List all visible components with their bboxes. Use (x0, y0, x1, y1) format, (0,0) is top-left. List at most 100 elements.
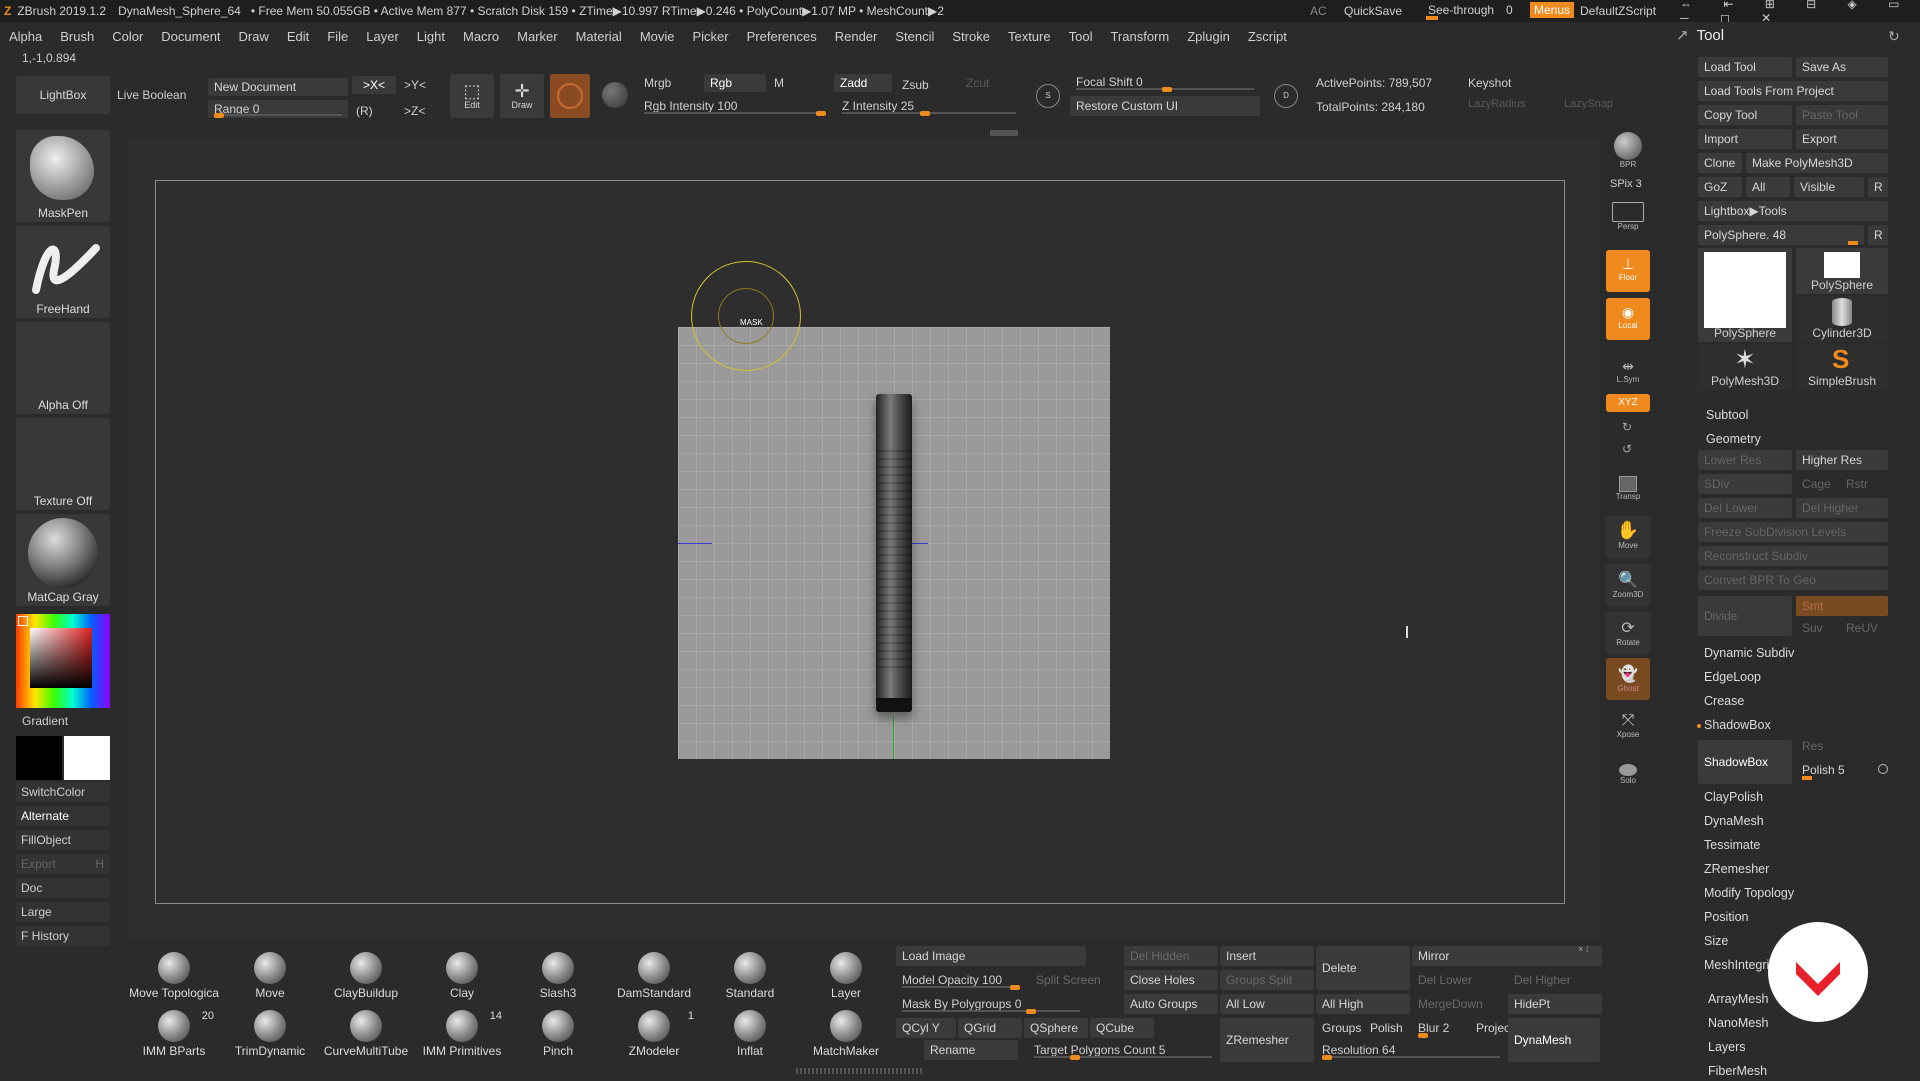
suv-button[interactable]: Suv (1796, 618, 1840, 638)
keyshot-button[interactable]: Keyshot (1468, 76, 1511, 90)
qgrid-button[interactable]: QGrid (958, 1018, 1022, 1038)
lazy-snap-slider[interactable]: LazySnap (1564, 98, 1613, 110)
solo-button[interactable]: Solo (1606, 754, 1650, 796)
mrgb-button[interactable]: Mrgb (644, 76, 671, 90)
rotate-z-icon[interactable]: ↺ (1622, 442, 1632, 456)
menu-material[interactable]: Material (567, 29, 631, 44)
insert-button[interactable]: Insert (1220, 946, 1314, 966)
tool-thumb-polysphere-small[interactable]: PolySphere (1796, 248, 1888, 294)
reconstruct-subdiv-button[interactable]: Reconstruct Subdiv (1698, 546, 1888, 566)
menus-button[interactable]: Menus (1530, 2, 1575, 18)
m-button[interactable]: M (774, 76, 784, 90)
color-picker-square[interactable] (30, 628, 92, 688)
shadowbox-res-slider[interactable]: Res (1796, 736, 1888, 756)
alternate-button[interactable]: Alternate (16, 806, 110, 826)
lsym-button[interactable]: ⇹ L.Sym (1606, 352, 1650, 394)
texture-thumb[interactable]: Texture Off (16, 418, 110, 510)
range-slider[interactable]: Range 0 (208, 100, 348, 118)
brush-slash3[interactable]: Slash3 (512, 946, 604, 1002)
draw-mode-button[interactable]: ✛ Draw (500, 74, 544, 118)
lazy-radius-slider[interactable]: LazyRadius (1468, 98, 1525, 110)
resolution-slider[interactable]: Resolution 64 (1316, 1040, 1506, 1060)
all-low-button[interactable]: All Low (1220, 994, 1314, 1014)
current-tool-slider[interactable]: PolySphere. 48 (1698, 225, 1864, 245)
qcyl-y-button[interactable]: QCyl Y (896, 1018, 956, 1038)
goz-all-button[interactable]: All (1746, 177, 1790, 197)
dynamesh-button[interactable]: DynaMesh (1508, 1018, 1600, 1062)
rgb-button[interactable]: Rgb (704, 74, 766, 92)
export-tool-button[interactable]: Export (1796, 129, 1888, 149)
see-through-slider[interactable]: See-through 0 (1424, 2, 1520, 20)
local-button[interactable]: ◉ Local (1606, 298, 1650, 340)
load-tool-button[interactable]: Load Tool (1698, 57, 1792, 77)
menu-marker[interactable]: Marker (508, 29, 566, 44)
tool-thumb-polysphere-large[interactable]: PolySphere (1698, 248, 1792, 342)
convert-bpr-button[interactable]: Convert BPR To Geo (1698, 570, 1888, 590)
tool-thumb-simplebrush[interactable]: S SimpleBrush (1796, 344, 1888, 390)
nanomesh-section[interactable]: NanoMesh (1708, 1013, 1768, 1033)
load-image-button[interactable]: Load Image (896, 946, 1086, 966)
tool-pin-icon[interactable]: ↗ (1676, 27, 1689, 44)
switch-color-button[interactable]: SwitchColor (16, 782, 110, 802)
lightbox-tools-button[interactable]: Lightbox▶Tools (1698, 201, 1888, 221)
menu-zplugin[interactable]: Zplugin (1178, 29, 1239, 44)
all-high-button[interactable]: All High (1316, 994, 1410, 1014)
brush-imm-bparts[interactable]: IMM BParts 20 (128, 1004, 220, 1060)
live-boolean-button[interactable]: Live Boolean (117, 88, 186, 102)
main-color-swatch[interactable] (16, 736, 62, 780)
goz-r-button[interactable]: R (1868, 177, 1888, 197)
auto-groups-button[interactable]: Auto Groups (1124, 994, 1218, 1014)
zremesher-section[interactable]: ZRemesher (1704, 859, 1769, 879)
del-lower-button[interactable]: Del Lower (1412, 970, 1506, 990)
freeze-subdiv-button[interactable]: Freeze SubDivision Levels (1698, 522, 1888, 542)
shadowbox-polish-slider[interactable]: Polish 5 (1796, 760, 1878, 780)
quicksave-button[interactable]: QuickSave (1344, 4, 1402, 18)
brush-damstandard[interactable]: DamStandard (608, 946, 700, 1002)
zcut-button[interactable]: Zcut (966, 76, 989, 90)
gyro-icon[interactable] (602, 82, 628, 108)
delete-button[interactable]: Delete (1316, 946, 1410, 990)
brush-standard[interactable]: Standard (704, 946, 796, 1002)
canvas-area[interactable]: MASK (128, 138, 1600, 938)
tool-panel-title[interactable]: ↗ Tool (1676, 26, 1724, 44)
crease-section[interactable]: Crease (1704, 691, 1744, 711)
floor-button[interactable]: ⊥ Floor (1606, 250, 1650, 292)
brush-pinch[interactable]: Pinch (512, 1004, 604, 1060)
brush-trimdynamic[interactable]: TrimDynamic (224, 1004, 316, 1060)
lower-res-button[interactable]: Lower Res (1698, 450, 1792, 470)
model-mesh[interactable] (876, 394, 912, 712)
menu-edit[interactable]: Edit (278, 29, 318, 44)
zoom3d-button[interactable]: 🔍 Zoom3D (1606, 564, 1650, 606)
shadowbox-button[interactable]: ShadowBox (1698, 740, 1792, 784)
brush-matchmaker[interactable]: MatchMaker (800, 1004, 892, 1060)
copy-tool-button[interactable]: Copy Tool (1698, 105, 1792, 125)
tool-thumb-polymesh3d[interactable]: ✶ PolyMesh3D (1698, 344, 1792, 390)
position-section[interactable]: Position (1704, 907, 1748, 927)
default-zscript-button[interactable]: DefaultZScript (1580, 4, 1656, 18)
merge-down-button[interactable]: MergeDown (1412, 994, 1506, 1014)
geometry-section[interactable]: Geometry (1706, 429, 1761, 449)
material-thumb[interactable]: MatCap Gray (16, 514, 110, 606)
f-history-button[interactable]: F History (16, 926, 110, 946)
brush-move-topologica[interactable]: Move Topologica (128, 946, 220, 1002)
ghost-button[interactable]: 👻 Ghost (1606, 658, 1650, 700)
bottom-tray-handle[interactable] (796, 1068, 924, 1074)
edit-mode-button[interactable]: ⬚ Edit (450, 74, 494, 118)
menu-stroke[interactable]: Stroke (943, 29, 999, 44)
blur-slider[interactable]: Blur 2 (1412, 1018, 1468, 1038)
zadd-button[interactable]: Zadd (834, 74, 892, 92)
persp-button[interactable]: Persp (1606, 196, 1650, 238)
large-button[interactable]: Large (16, 902, 110, 922)
save-as-button[interactable]: Save As (1796, 57, 1888, 77)
gradient-label[interactable]: Gradient (22, 714, 68, 728)
clone-button[interactable]: Clone (1698, 153, 1742, 173)
brush-move[interactable]: Move (224, 946, 316, 1002)
brush-zmodeler[interactable]: ZModeler 1 (608, 1004, 700, 1060)
zremesher-button[interactable]: ZRemesher (1220, 1018, 1314, 1062)
menu-transform[interactable]: Transform (1101, 29, 1178, 44)
polish-toggle-icon[interactable] (1878, 764, 1888, 774)
goz-button[interactable]: GoZ (1698, 177, 1742, 197)
load-tools-from-project-button[interactable]: Load Tools From Project (1698, 81, 1888, 101)
import-button[interactable]: Import (1698, 129, 1792, 149)
freehand-stroke-thumb[interactable]: FreeHand (16, 226, 110, 318)
